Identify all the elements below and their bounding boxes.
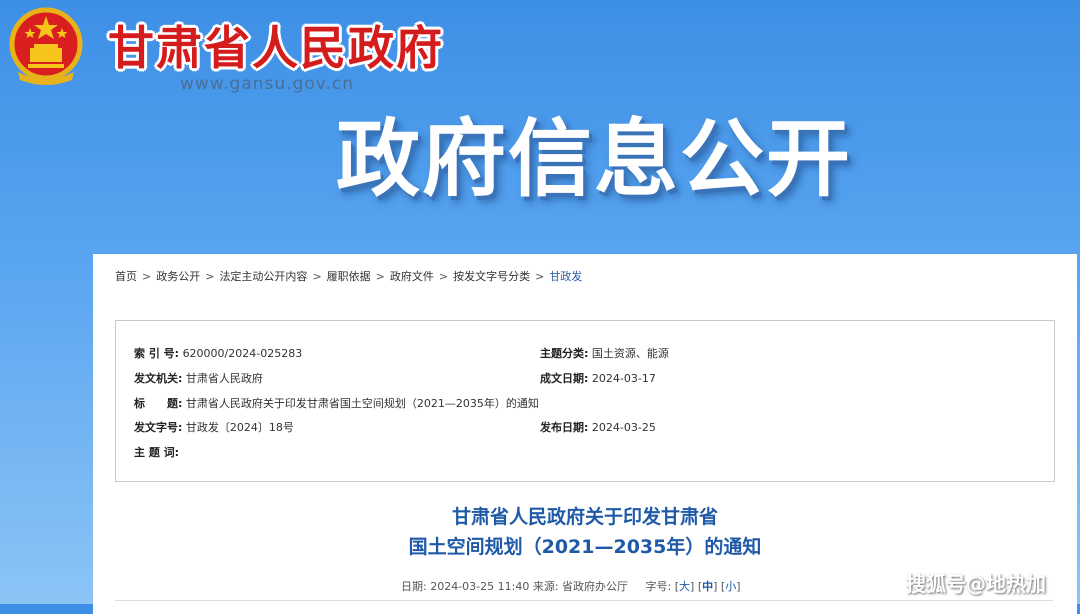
font-size-small-button[interactable]: 小 (725, 580, 736, 593)
breadcrumb-statutory-content[interactable]: 法定主动公开内容 (219, 268, 307, 284)
meta-label: 主题分类: (540, 347, 589, 360)
site-url: www.gansu.gov.cn (180, 74, 355, 94)
font-size-large-button[interactable]: 大 (679, 580, 690, 593)
meta-keywords: 主 题 词: (134, 444, 179, 460)
font-size-label: 字号: (645, 580, 672, 593)
breadcrumb-separator: > (535, 270, 545, 283)
breadcrumb-separator: > (142, 270, 152, 283)
national-emblem-icon (9, 7, 83, 85)
document-metadata-panel: 索 引 号: 620000/2024-025283 主题分类: 国土资源、能源 … (115, 320, 1055, 482)
document-title-line-2: 国土空间规划（2021—2035年）的通知 (408, 536, 762, 558)
breadcrumb-separator: > (438, 270, 449, 283)
meta-label: 成文日期: (540, 372, 589, 385)
meta-value: 620000/2024-025283 (182, 347, 303, 360)
meta-value: 甘肃省人民政府 (185, 372, 263, 385)
meta-value: 2024-03-17 (591, 372, 656, 385)
meta-label: 发文机关: (134, 372, 183, 385)
meta-value: 甘肃省人民政府关于印发甘肃省国土空间规划（2021—2035年）的通知 (185, 397, 539, 410)
document-title: 甘肃省人民政府关于印发甘肃省 国土空间规划（2021—2035年）的通知 (93, 502, 1077, 562)
breadcrumb: 首页 > 政务公开 > 法定主动公开内容 > 履职依据 > 政府文件 > 按发文字号分类 > 甘政发 (115, 268, 582, 284)
meta-issuer: 发文机关: 甘肃省人民政府 (134, 370, 263, 386)
watermark: 搜狐号@地热加 (906, 572, 1046, 596)
meta-label: 索 引 号: (134, 347, 180, 360)
breadcrumb-current[interactable]: 甘政发 (549, 268, 582, 284)
breadcrumb-home[interactable]: 首页 (115, 268, 137, 284)
meta-created-date: 成文日期: 2024-03-17 (540, 370, 656, 386)
site-title: 甘肃省人民政府 (108, 21, 444, 75)
document-info-bar: 日期: 2024-03-25 11:40 来源: 省政府办公厅 字号: [大] … (401, 580, 741, 593)
document-title-line-1: 甘肃省人民政府关于印发甘肃省 (451, 506, 718, 528)
font-size-medium-button[interactable]: 中 (702, 580, 713, 593)
content-card: 首页 > 政务公开 > 法定主动公开内容 > 履职依据 > 政府文件 > 按发文字号分类 > 甘政发 索… (93, 254, 1077, 614)
breadcrumb-separator: > (312, 270, 322, 283)
meta-published-date: 发布日期: 2024-03-25 (540, 419, 656, 435)
document-source: 来源: 省政府办公厅 (532, 580, 629, 593)
meta-subject: 主题分类: 国土资源、能源 (540, 345, 669, 361)
breadcrumb-separator: > (375, 270, 385, 283)
meta-title: 标 题: 甘肃省人民政府关于印发甘肃省国土空间规划（2021—2035年）的通知 (134, 395, 539, 411)
meta-label: 标 题: (134, 397, 183, 410)
meta-value: 2024-03-25 (591, 421, 656, 434)
meta-label: 发布日期: (540, 421, 589, 434)
meta-value: 甘政发〔2024〕18号 (185, 421, 294, 434)
divider (115, 600, 1053, 601)
meta-index-no: 索 引 号: 620000/2024-025283 (134, 345, 302, 361)
meta-label: 主 题 词: (134, 446, 180, 459)
document-date: 日期: 2024-03-25 11:40 (401, 580, 530, 593)
breadcrumb-public-affairs[interactable]: 政务公开 (156, 268, 200, 284)
breadcrumb-duty-basis[interactable]: 履职依据 (327, 268, 371, 284)
meta-label: 发文字号: (134, 421, 183, 434)
meta-doc-number: 发文字号: 甘政发〔2024〕18号 (134, 419, 294, 435)
banner-title: 政府信息公开 (336, 110, 853, 208)
breadcrumb-by-doc-number[interactable]: 按发文字号分类 (453, 268, 530, 284)
breadcrumb-separator: > (205, 270, 215, 283)
meta-value: 国土资源、能源 (591, 347, 669, 360)
breadcrumb-gov-documents[interactable]: 政府文件 (390, 268, 434, 284)
